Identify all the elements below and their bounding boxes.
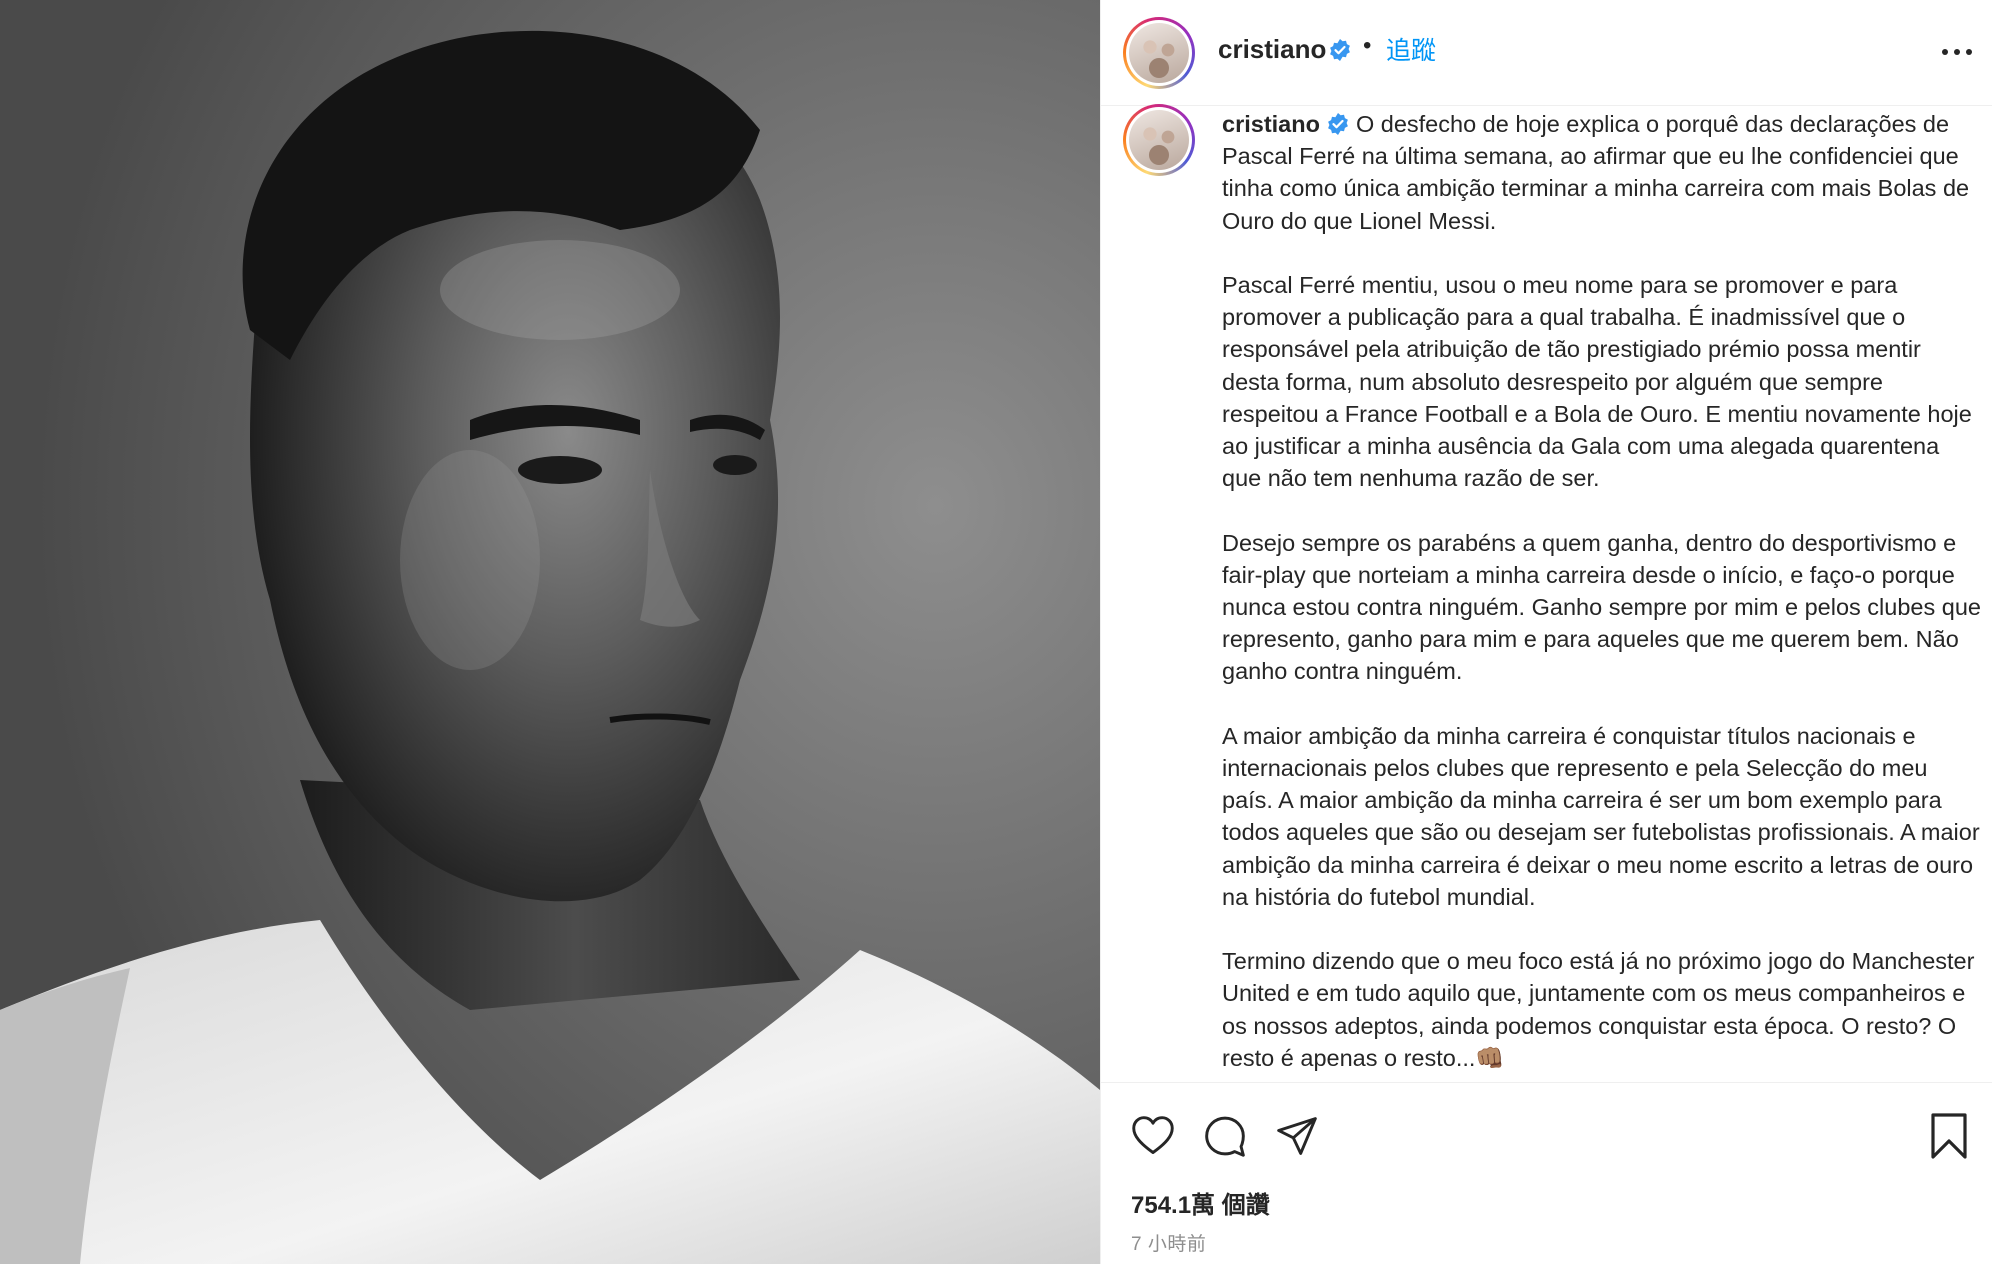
post-actions: 754.1萬 個讚 7 小時前 (1101, 1082, 1992, 1264)
caption-username[interactable]: cristiano (1222, 111, 1320, 137)
verified-badge-icon (1330, 39, 1350, 61)
post-photo[interactable] (0, 0, 1100, 1264)
separator-dot: • (1363, 32, 1372, 59)
portrait-photo (0, 30, 1100, 1264)
comment-icon[interactable] (1203, 1114, 1247, 1158)
caption-paragraph-5: Termino dizendo que o meu foco está já n… (1222, 948, 1981, 1071)
caption-paragraph-3: Desejo sempre os parabéns a quem ganha, … (1222, 529, 1981, 685)
verified-badge-icon (1328, 113, 1348, 135)
more-options-icon[interactable] (1937, 38, 1977, 66)
likes-count[interactable]: 754.1萬 個讚 (1131, 1185, 1270, 1220)
follow-button[interactable]: 追蹤 (1386, 31, 1436, 67)
caption-avatar[interactable] (1123, 104, 1195, 176)
post-caption: cristiano O desfecho de hoje explica o po… (1222, 108, 1982, 1078)
post-timestamp[interactable]: 7 小時前 (1131, 1229, 1206, 1256)
caption-paragraph-4: A maior ambição da minha carreira é conq… (1222, 722, 1980, 910)
bookmark-icon[interactable] (1929, 1112, 1969, 1160)
avatar[interactable] (1123, 17, 1195, 89)
post-side-panel: cristiano • 追蹤 cristiano O desfecho de ho… (1100, 0, 1992, 1264)
share-icon[interactable] (1275, 1114, 1319, 1158)
heart-icon[interactable] (1131, 1114, 1175, 1158)
post-header: cristiano • 追蹤 (1101, 0, 1992, 106)
caption-paragraph-2: Pascal Ferré mentiu, usou o meu nome par… (1222, 272, 1979, 492)
header-username[interactable]: cristiano (1218, 34, 1326, 65)
